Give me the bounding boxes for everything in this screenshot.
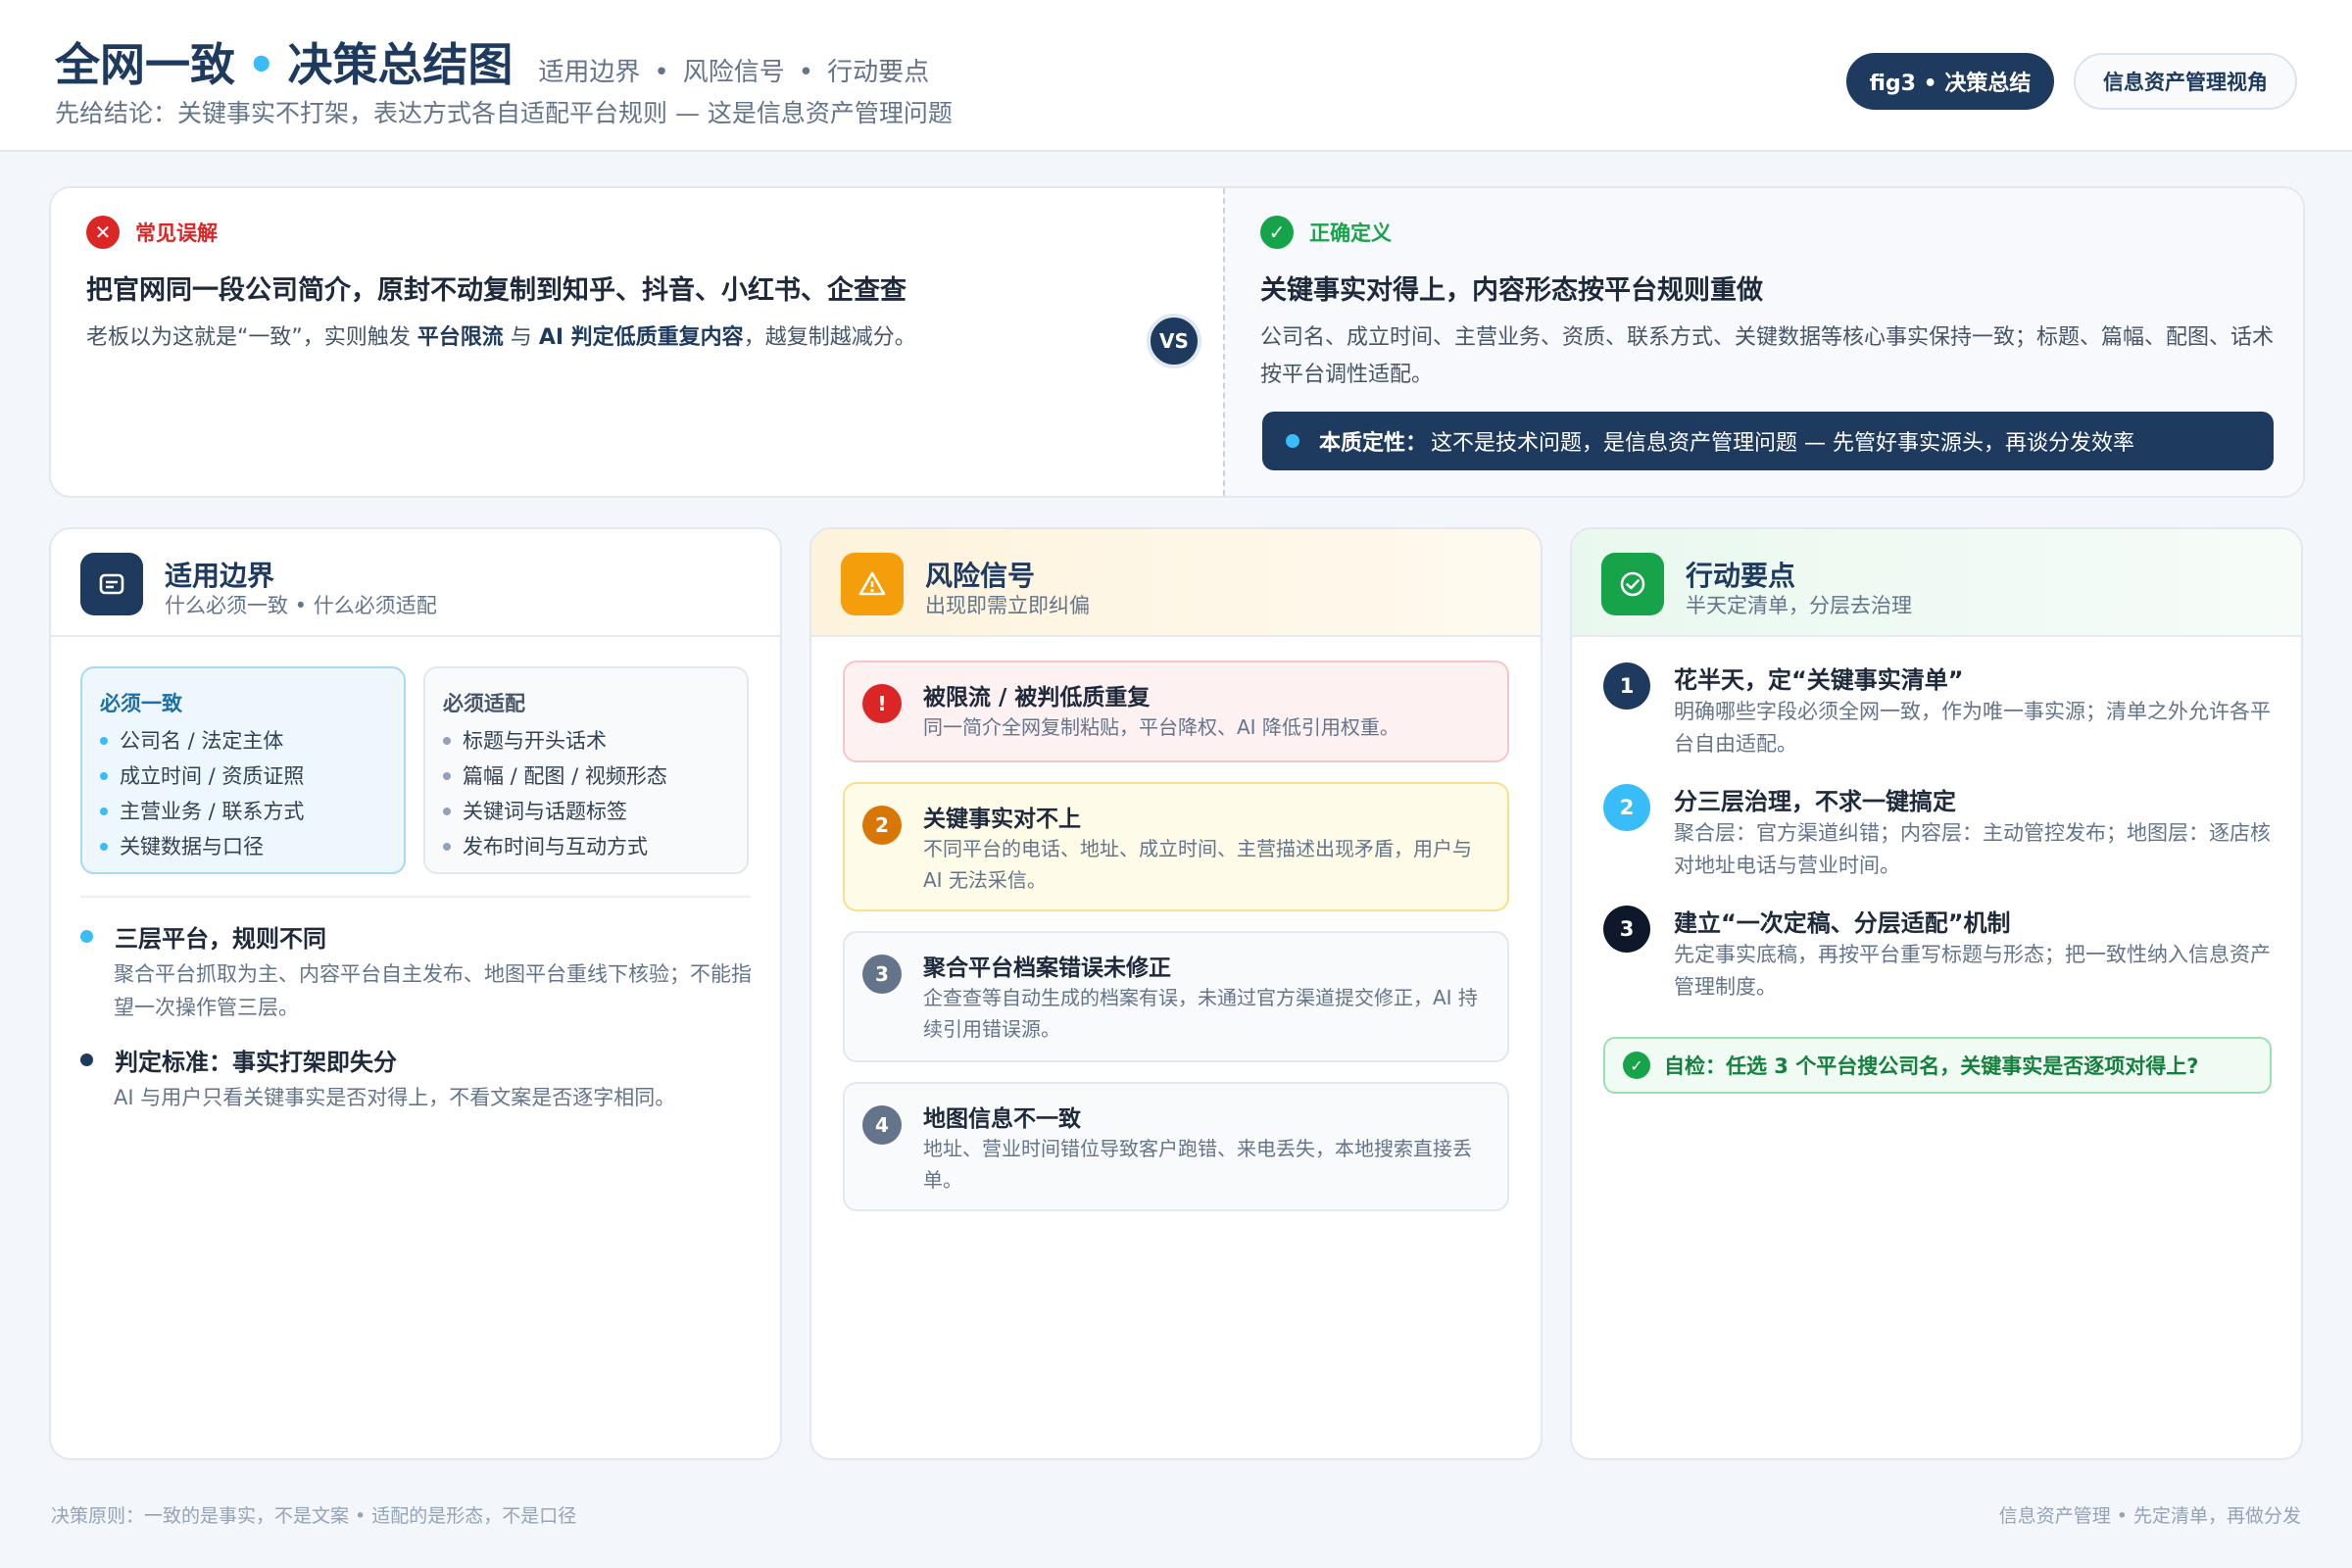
misconception-panel: ✕ 常见误解 把官网同一段公司简介，原封不动复制到知乎、抖音、小红书、企查查 老… [51,188,1223,496]
footer-principle: 决策原则：一致的是事实，不是文案 • 适配的是形态，不是口径 [51,1505,577,1527]
list-item: 关键数据与口径 [100,829,386,864]
must-adapt-title: 必须适配 [443,692,525,715]
page-title: 全网一致 • 决策总结图 [55,38,514,91]
check-icon: ✓ [1623,1052,1650,1079]
list-item: 公司名 / 法定主体 [100,723,386,759]
action-subtitle: 半天定清单，分层去治理 [1686,594,1912,617]
list-item: 发布时间与互动方式 [443,829,729,864]
misconception-tag: ✕ 常见误解 [86,216,218,249]
essence-text: 这不是技术问题，是信息资产管理问题 — 先管好事实源头，再谈分发效率 [1431,431,2135,456]
boundary-header: 适用边界 什么必须一致 • 什么必须适配 [51,529,780,637]
check-icon: ✓ [1260,216,1294,249]
misconception-body: 老板以为这就是“一致”，实则触发 平台限流 与 AI 判定低质重复内容，越复制越… [86,325,916,350]
warning-icon [841,553,904,615]
must-consistent-title: 必须一致 [100,692,182,715]
action-column: 行动要点 半天定清单，分层去治理 1 花半天，定“关键事实清单” 明确哪些字段必… [1570,527,2303,1460]
list-item: 标题与开头话术 [443,723,729,759]
divider [80,896,751,898]
action-title: 行动要点 [1686,560,1796,592]
essence-label: 本质定性： [1319,431,1428,456]
must-adapt-box: 必须适配 标题与开头话术 篇幅 / 配图 / 视频形态 关键词与话题标签 发布时… [423,666,749,874]
must-consistent-box: 必须一致 公司名 / 法定主体 成立时间 / 资质证照 主营业务 / 联系方式 … [80,666,406,874]
list-item: 篇幅 / 配图 / 视频形态 [443,759,729,794]
document-list-icon [80,553,143,615]
perspective-badge: 信息资产管理视角 [2074,53,2297,110]
note-platform-rules: 三层平台，规则不同 聚合平台抓取为主、内容平台自主发布、地图平台重线下核验；不能… [80,919,757,1024]
essence-banner: 本质定性： 这不是技术问题，是信息资产管理问题 — 先管好事实源头，再谈分发效率 [1262,412,2274,470]
note-judgement: 判定标准：事实打架即失分 AI 与用户只看关键事实是否对得上，不看文案是否逐字相… [80,1043,757,1114]
risk-column: 风险信号 出现即需立即纠偏 ! 被限流 / 被判低质重复 同一简介全网复制粘贴，… [809,527,1543,1460]
risk-card-2: 2 关键事实对不上 不同平台的电话、地址、成立时间、主营描述出现矛盾，用户与 A… [843,782,1509,911]
definition-headline: 关键事实对得上，内容形态按平台规则重做 [1260,275,1763,306]
definition-body: 公司名、成立时间、主营业务、资质、联系方式、关键数据等核心事实保持一致；标题、篇… [1260,325,2275,387]
vs-badge: VS [1147,314,1201,368]
definition-label: 正确定义 [1309,221,1392,245]
alert-icon: ! [862,684,902,723]
list-item: 主营业务 / 联系方式 [100,794,386,829]
error-icon: ✕ [86,216,120,249]
misconception-headline: 把官网同一段公司简介，原封不动复制到知乎、抖音、小红书、企查查 [86,275,906,306]
check-circle-icon [1601,553,1664,615]
risk-card-3: 3 聚合平台档案错误未修正 企查查等自动生成的档案有误，未通过官方渠道提交修正，… [843,931,1509,1062]
risk-subtitle: 出现即需立即纠偏 [925,594,1090,617]
bullet-dot [1286,434,1299,448]
self-check-text: 自检：任选 3 个平台搜公司名，关键事实是否逐项对得上? [1664,1054,2199,1078]
boundary-title: 适用边界 [165,560,275,592]
definition-tag: ✓ 正确定义 [1260,216,1392,249]
risk-card-4: 4 地图信息不一致 地址、营业时间错位导致客户跑错、来电丢失，本地搜索直接丢单。 [843,1082,1509,1211]
figure-badge: fig3 • 决策总结 [1846,53,2054,110]
boundary-subtitle: 什么必须一致 • 什么必须适配 [165,594,437,617]
list-item: 关键词与话题标签 [443,794,729,829]
list-item: 成立时间 / 资质证照 [100,759,386,794]
title-tags: 适用边界 • 风险信号 • 行动要点 [538,58,930,87]
action-header: 行动要点 半天定清单，分层去治理 [1572,529,2301,637]
page-subtitle: 先给结论：关键事实不打架，表达方式各自适配平台规则 — 这是信息资产管理问题 [55,99,953,127]
risk-card-1: ! 被限流 / 被判低质重复 同一简介全网复制粘贴，平台降权、AI 降低引用权重… [843,661,1509,762]
footer-tagline: 信息资产管理 • 先定清单，再做分发 [1998,1505,2301,1527]
header: 全网一致 • 决策总结图 适用边界 • 风险信号 • 行动要点 先给结论：关键事实不打架，表… [0,0,2352,152]
misconception-label: 常见误解 [135,221,218,245]
boundary-column: 适用边界 什么必须一致 • 什么必须适配 必须一致 公司名 / 法定主体 成立时… [49,527,782,1460]
self-check-box: ✓ 自检：任选 3 个平台搜公司名，关键事实是否逐项对得上? [1603,1037,2272,1094]
definition-panel: ✓ 正确定义 关键事实对得上，内容形态按平台规则重做 公司名、成立时间、主营业务… [1223,188,2303,496]
risk-header: 风险信号 出现即需立即纠偏 [811,529,1541,637]
risk-title: 风险信号 [925,560,1036,592]
title-row: 全网一致 • 决策总结图 适用边界 • 风险信号 • 行动要点 [55,29,929,94]
